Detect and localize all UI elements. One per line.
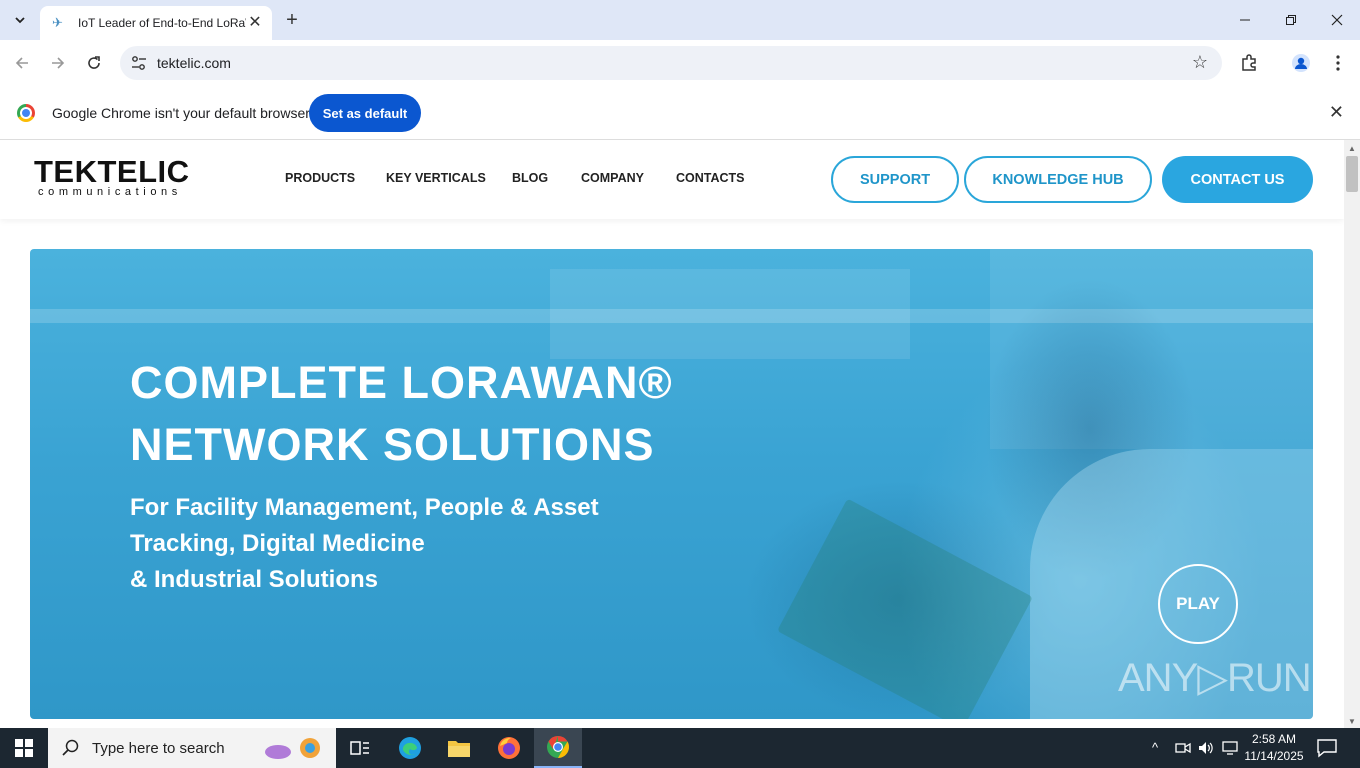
knowledge-hub-button[interactable]: KNOWLEDGE HUB [964, 156, 1152, 203]
page-scrollbar[interactable]: ▲ ▼ [1344, 140, 1360, 728]
logo-wordmark: TEKTELIC [34, 154, 190, 189]
start-button[interactable] [0, 728, 48, 768]
chrome-taskbar-button[interactable] [534, 728, 582, 768]
hero-subtitle-line2: Tracking, Digital Medicine [130, 530, 425, 557]
bookmark-star-icon[interactable]: ☆ [1192, 52, 1208, 73]
hero-title-line2: NETWORK SOLUTIONS [130, 419, 655, 470]
browser-titlebar: ✈ IoT Leader of End-to-End LoRaWAN ✕ + [0, 0, 1360, 40]
tray-overflow-chevron-icon[interactable]: ^ [1152, 740, 1158, 755]
firefox-taskbar-button[interactable] [485, 728, 533, 768]
task-view-icon [350, 741, 369, 755]
nav-blog[interactable]: BLOG [512, 171, 548, 185]
close-window-button[interactable] [1314, 0, 1360, 40]
address-bar[interactable]: tektelic.com ☆ [120, 46, 1222, 80]
notification-center-icon[interactable] [1316, 738, 1338, 758]
infobar-message: Google Chrome isn't your default browser [52, 105, 310, 121]
hero-title: COMPLETE LORAWAN® NETWORK SOLUTIONS [130, 352, 673, 476]
nav-key-verticals[interactable]: KEY VERTICALS [386, 171, 486, 185]
taskbar-clock[interactable]: 2:58 AM 11/14/2025 [1244, 731, 1304, 765]
chrome-icon [547, 736, 569, 758]
network-icon[interactable] [1222, 741, 1238, 755]
windows-logo-icon [15, 739, 33, 757]
arrow-left-icon [15, 57, 28, 69]
search-highlight-icon [265, 738, 320, 759]
scroll-down-arrow-icon[interactable]: ▼ [1348, 717, 1356, 726]
clock-date: 11/14/2025 [1244, 749, 1304, 763]
clock-time: 2:58 AM [1251, 732, 1297, 746]
edge-icon [399, 737, 421, 759]
contact-us-button[interactable]: CONTACT US [1162, 156, 1313, 203]
infobar-close-button[interactable]: ✕ [1329, 102, 1344, 123]
hero-subtitle-line1: For Facility Management, People & Asset [130, 494, 599, 521]
browser-toolbar: tektelic.com ☆ [0, 40, 1360, 86]
default-browser-infobar: Google Chrome isn't your default browser… [0, 86, 1360, 140]
restore-icon [1286, 15, 1296, 25]
minimize-button[interactable] [1222, 0, 1268, 40]
menu-button[interactable] [1325, 50, 1351, 76]
kebab-menu-icon [1336, 55, 1340, 71]
arrow-right-icon [52, 57, 65, 69]
reload-icon [88, 56, 100, 69]
minimize-icon [1240, 19, 1250, 21]
chrome-logo-icon [17, 104, 35, 122]
meet-now-icon[interactable] [1175, 741, 1191, 755]
chevron-down-icon [15, 17, 25, 24]
logo-subtitle: communications [38, 186, 182, 198]
nav-contacts[interactable]: CONTACTS [676, 171, 745, 185]
taskbar-search-placeholder: Type here to search [92, 739, 225, 757]
tab-close-button[interactable]: ✕ [246, 14, 264, 32]
tab-title: IoT Leader of End-to-End LoRaWAN [78, 16, 246, 30]
scrollbar-thumb[interactable] [1346, 156, 1358, 192]
url-text[interactable]: tektelic.com [157, 55, 231, 71]
site-favicon-icon: ✈ [52, 15, 63, 30]
forward-button[interactable] [45, 50, 71, 76]
profile-button[interactable] [1288, 50, 1314, 76]
restore-button[interactable] [1268, 0, 1314, 40]
nav-company[interactable]: COMPANY [581, 171, 644, 185]
site-info-icon[interactable] [130, 54, 148, 72]
tab-search-button[interactable] [8, 8, 32, 32]
hero-subtitle-line3: & Industrial Solutions [130, 566, 379, 593]
browser-tab[interactable]: ✈ IoT Leader of End-to-End LoRaWAN ✕ [40, 6, 272, 40]
nav-products[interactable]: PRODUCTS [285, 171, 355, 185]
new-tab-button[interactable]: + [281, 8, 303, 32]
extensions-button[interactable] [1236, 50, 1262, 76]
close-icon [1331, 14, 1343, 26]
avatar-icon [1292, 54, 1310, 72]
taskbar-search-box[interactable]: Type here to search [48, 728, 336, 768]
windows-taskbar: Type here to search ^ 2:58 AM 11/14/2025 [0, 728, 1360, 768]
file-explorer-taskbar-button[interactable] [435, 728, 483, 768]
support-button[interactable]: SUPPORT [831, 156, 959, 203]
site-logo[interactable]: TEKTELIC communications [34, 154, 190, 198]
folder-icon [448, 741, 470, 757]
scroll-up-arrow-icon[interactable]: ▲ [1348, 144, 1356, 153]
hero-subtitle: For Facility Management, People & Asset … [130, 490, 690, 598]
anyrun-watermark: ANY▷RUN [1118, 656, 1312, 700]
puzzle-icon [1242, 54, 1256, 71]
site-header: TEKTELIC communications PRODUCTS KEY VER… [0, 140, 1344, 219]
set-as-default-button[interactable]: Set as default [309, 94, 421, 132]
hero-title-line1: COMPLETE LORAWAN® [130, 357, 673, 408]
edge-taskbar-button[interactable] [386, 728, 434, 768]
firefox-icon [498, 737, 520, 759]
search-icon [62, 739, 79, 756]
reload-button[interactable] [81, 50, 107, 76]
web-page: TEKTELIC communications PRODUCTS KEY VER… [0, 140, 1344, 728]
volume-icon[interactable] [1198, 741, 1214, 755]
hero-banner: COMPLETE LORAWAN® NETWORK SOLUTIONS For … [30, 249, 1313, 719]
task-view-button[interactable] [336, 728, 384, 768]
back-button[interactable] [9, 50, 35, 76]
play-video-button[interactable]: PLAY [1158, 564, 1238, 644]
